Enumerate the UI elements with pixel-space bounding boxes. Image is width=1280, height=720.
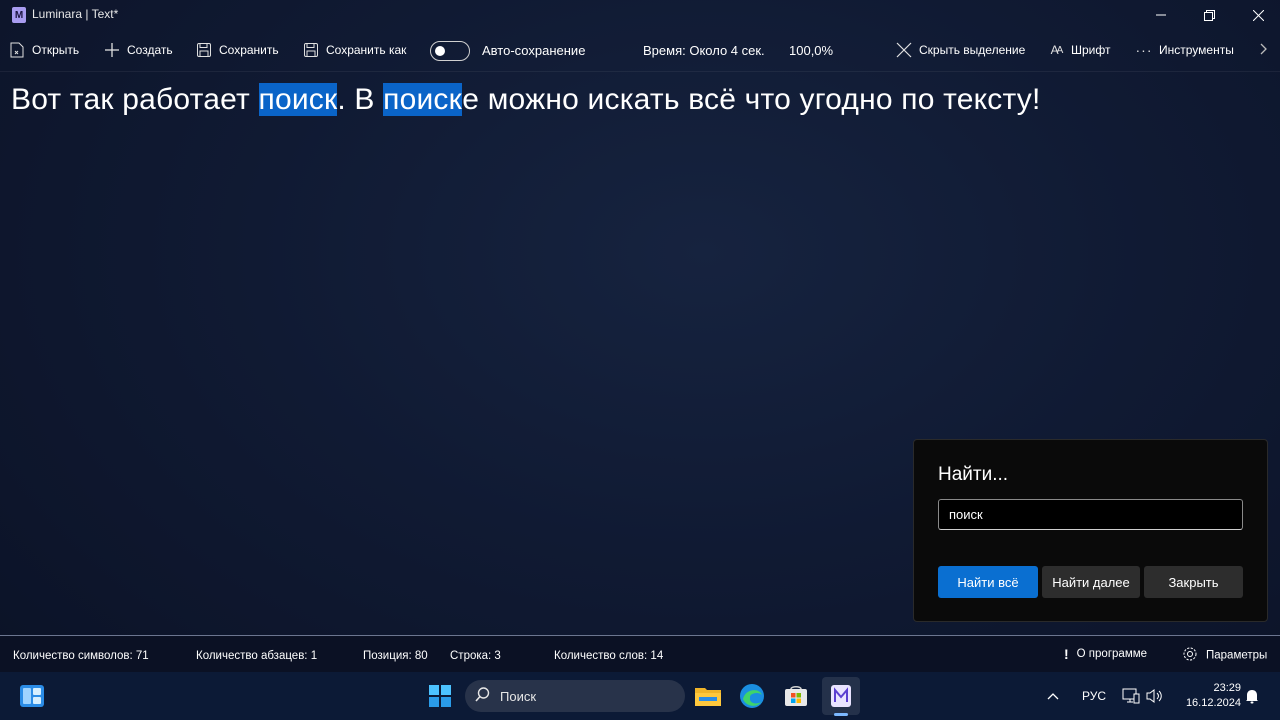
language-indicator[interactable]: РУС [1082,672,1106,720]
restore-button[interactable] [1186,0,1232,30]
autosave-label: Авто-сохранение [482,42,586,58]
search-match: поиск [383,83,463,116]
save-button[interactable]: Сохранить [195,41,279,59]
line-number: Строка: 3 [450,650,501,662]
create-label: Создать [127,43,173,57]
start-button[interactable] [424,680,456,712]
restore-icon [1203,9,1215,21]
close-x-icon [895,41,913,59]
open-button[interactable]: Открыть [8,41,79,59]
search-match: поиск [258,83,338,116]
find-dialog: Найти... Найти всё Найти далее Закрыть [913,439,1268,622]
open-file-icon [8,41,26,59]
text-segment: Вот так работает [11,83,259,116]
bell-icon [1246,690,1258,704]
save-label: Сохранить [219,43,279,57]
clock-time: 23:29 [1213,682,1241,694]
save-as-icon [302,41,320,59]
search-placeholder: Поиск [500,688,537,704]
network-icon [1122,688,1140,704]
more-icon: ··· [1135,42,1153,58]
taskbar-clock[interactable]: 23:29 16.12.2024 [1175,681,1241,711]
volume-button[interactable] [1146,672,1164,720]
network-button[interactable] [1122,672,1140,720]
find-all-button[interactable]: Найти всё [938,566,1038,598]
time-estimate: Время: Около 4 сек. [643,42,765,58]
hide-selection-label: Скрыть выделение [919,43,1026,57]
chevron-up-icon [1047,693,1059,700]
notifications-button[interactable] [1244,672,1260,720]
edge-button[interactable] [736,680,768,712]
about-label: О программе [1076,648,1148,661]
about-button[interactable]: ! О программе [1064,646,1147,662]
save-as-button[interactable]: Сохранить как [302,41,406,59]
file-explorer-button[interactable] [692,680,724,712]
text-segment: е можно искать всё что угодно по тексту! [462,83,1041,116]
clock-date: 16.12.2024 [1185,697,1241,709]
create-button[interactable]: Создать [103,41,173,59]
chevron-right-icon [1260,43,1268,58]
font-button[interactable]: AA Шрифт [1047,41,1111,59]
tools-button[interactable]: ··· Инструменты [1135,41,1234,59]
font-icon: AA [1050,43,1064,57]
cursor-position: Позиция: 80 [363,650,428,662]
minimize-icon [1156,14,1166,16]
save-as-label: Сохранить как [326,43,407,57]
word-count: Количество слов: 14 [554,650,664,662]
tools-label: Инструменты [1159,43,1234,57]
info-icon: ! [1064,646,1069,662]
find-close-button[interactable]: Закрыть [1144,566,1243,598]
text-segment: . В [337,83,384,116]
taskbar: Поиск РУС 23:29 16.12.2024 [0,672,1280,720]
tray-overflow-button[interactable] [1047,672,1059,720]
luminara-icon [831,685,851,707]
find-next-button[interactable]: Найти далее [1042,566,1140,598]
hide-selection-button[interactable]: Скрыть выделение [895,41,1025,59]
volume-icon [1146,689,1162,703]
file-explorer-icon [695,688,721,706]
close-button[interactable] [1235,0,1280,30]
gear-icon [1182,646,1198,665]
font-label: Шрифт [1071,43,1111,57]
status-bar: Количество символов: 71 Количество абзац… [0,635,1280,672]
char-count: Количество символов: 71 [13,650,149,662]
plus-icon [103,41,121,59]
autosave-toggle[interactable] [430,41,470,61]
luminara-app-icon: M [12,7,26,23]
active-app-indicator [834,713,848,716]
edge-icon [740,684,764,708]
toolbar-divider [0,71,1280,72]
store-icon [785,686,807,706]
zoom-level: 100,0% [789,42,834,58]
search-icon [475,686,490,706]
luminara-taskbar-button[interactable] [822,677,860,715]
save-icon [195,41,213,59]
title-bar: M Luminara | Text* [0,0,1280,30]
toolbar: Открыть Создать Сохранить Сохранить как … [0,30,1280,70]
find-input[interactable] [938,499,1243,530]
window-title: Luminara | Text* [32,7,119,21]
open-label: Открыть [32,43,80,57]
settings-label: Параметры [1206,649,1268,662]
settings-button[interactable]: Параметры [1182,646,1267,665]
close-icon [1252,9,1264,21]
minimize-button[interactable] [1138,0,1184,30]
toolbar-scroll-right[interactable] [1260,41,1268,59]
taskbar-search[interactable]: Поиск [465,680,685,712]
widgets-button[interactable] [16,680,48,712]
find-dialog-title: Найти... [938,464,1009,485]
widgets-icon [20,685,44,707]
paragraph-count: Количество абзацев: 1 [196,650,318,662]
editor-text[interactable]: Вот так работает поиск. В поиске можно и… [11,83,1041,117]
store-button[interactable] [780,680,812,712]
toggle-knob [435,46,445,56]
start-icon [429,685,451,707]
